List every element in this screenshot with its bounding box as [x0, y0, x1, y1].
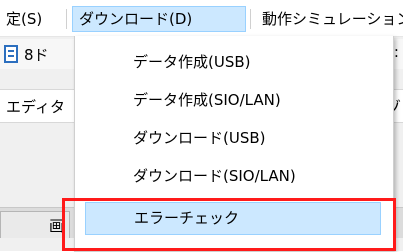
menu-item-create-data-usb[interactable]: データ作成(USB) [75, 44, 391, 81]
menu-bar: 定(S) ダウンロード(D) 動作シミュレーション( [0, 0, 403, 37]
menu-item-download-sio-lan[interactable]: ダウンロード(SIO/LAN) [75, 158, 391, 195]
menu-setting[interactable]: 定(S) [0, 6, 48, 32]
tab-left[interactable]: 画 [0, 211, 70, 238]
tab-label: 画 [49, 217, 65, 235]
menu-item-create-data-sio-lan[interactable]: データ作成(SIO/LAN) [75, 82, 391, 119]
editor-label[interactable]: エディタ [6, 96, 74, 117]
document-icon[interactable] [4, 45, 18, 63]
menu-item-error-check[interactable]: エラーチェック [85, 202, 381, 235]
menu-separator [66, 9, 67, 29]
toolbar-font-size[interactable]: 8ド [24, 44, 74, 65]
menu-simulation[interactable]: 動作シミュレーション( [256, 6, 403, 32]
menu-download[interactable]: ダウンロード(D) [72, 6, 246, 32]
download-dropdown-menu: データ作成(USB) データ作成(SIO/LAN) ダウンロード(USB) ダウ… [74, 36, 394, 252]
menu-item-download-usb[interactable]: ダウンロード(USB) [75, 120, 391, 157]
menu-separator [250, 9, 251, 29]
